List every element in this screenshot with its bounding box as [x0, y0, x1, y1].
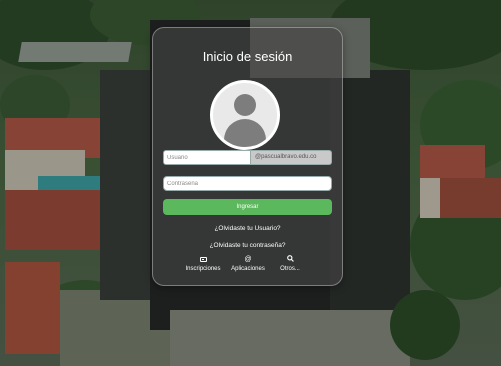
forgot-password-link[interactable]: ¿Olvidaste tu contraseña? — [153, 242, 342, 249]
nav-inscripciones[interactable]: Inscripciones — [181, 255, 225, 272]
nav-label: Aplicaciones — [231, 266, 265, 272]
password-input[interactable] — [163, 176, 332, 191]
username-input[interactable] — [163, 150, 251, 165]
nav-label: Inscripciones — [185, 266, 221, 272]
nav-otros[interactable]: Otros... — [277, 255, 303, 272]
at-sign-icon: @ — [244, 256, 252, 263]
bottom-nav: Inscripciones @ Aplicaciones Otros... — [153, 255, 342, 277]
forgot-username-link[interactable]: ¿Olvidaste tu Usuario? — [153, 225, 342, 232]
nav-aplicaciones[interactable]: @ Aplicaciones — [227, 255, 269, 272]
domain-suffix: @pascualbravo.edu.co — [251, 150, 332, 165]
username-row: @pascualbravo.edu.co — [163, 150, 332, 165]
id-card-icon — [181, 255, 225, 265]
login-title: Inicio de sesión — [202, 49, 293, 64]
search-icon — [277, 255, 303, 265]
login-button[interactable]: Ingresar — [163, 199, 332, 215]
nav-label: Otros... — [280, 266, 300, 272]
login-card: Inicio de sesión @pascualbravo.edu.co In… — [152, 27, 343, 286]
user-avatar-icon — [210, 80, 280, 150]
